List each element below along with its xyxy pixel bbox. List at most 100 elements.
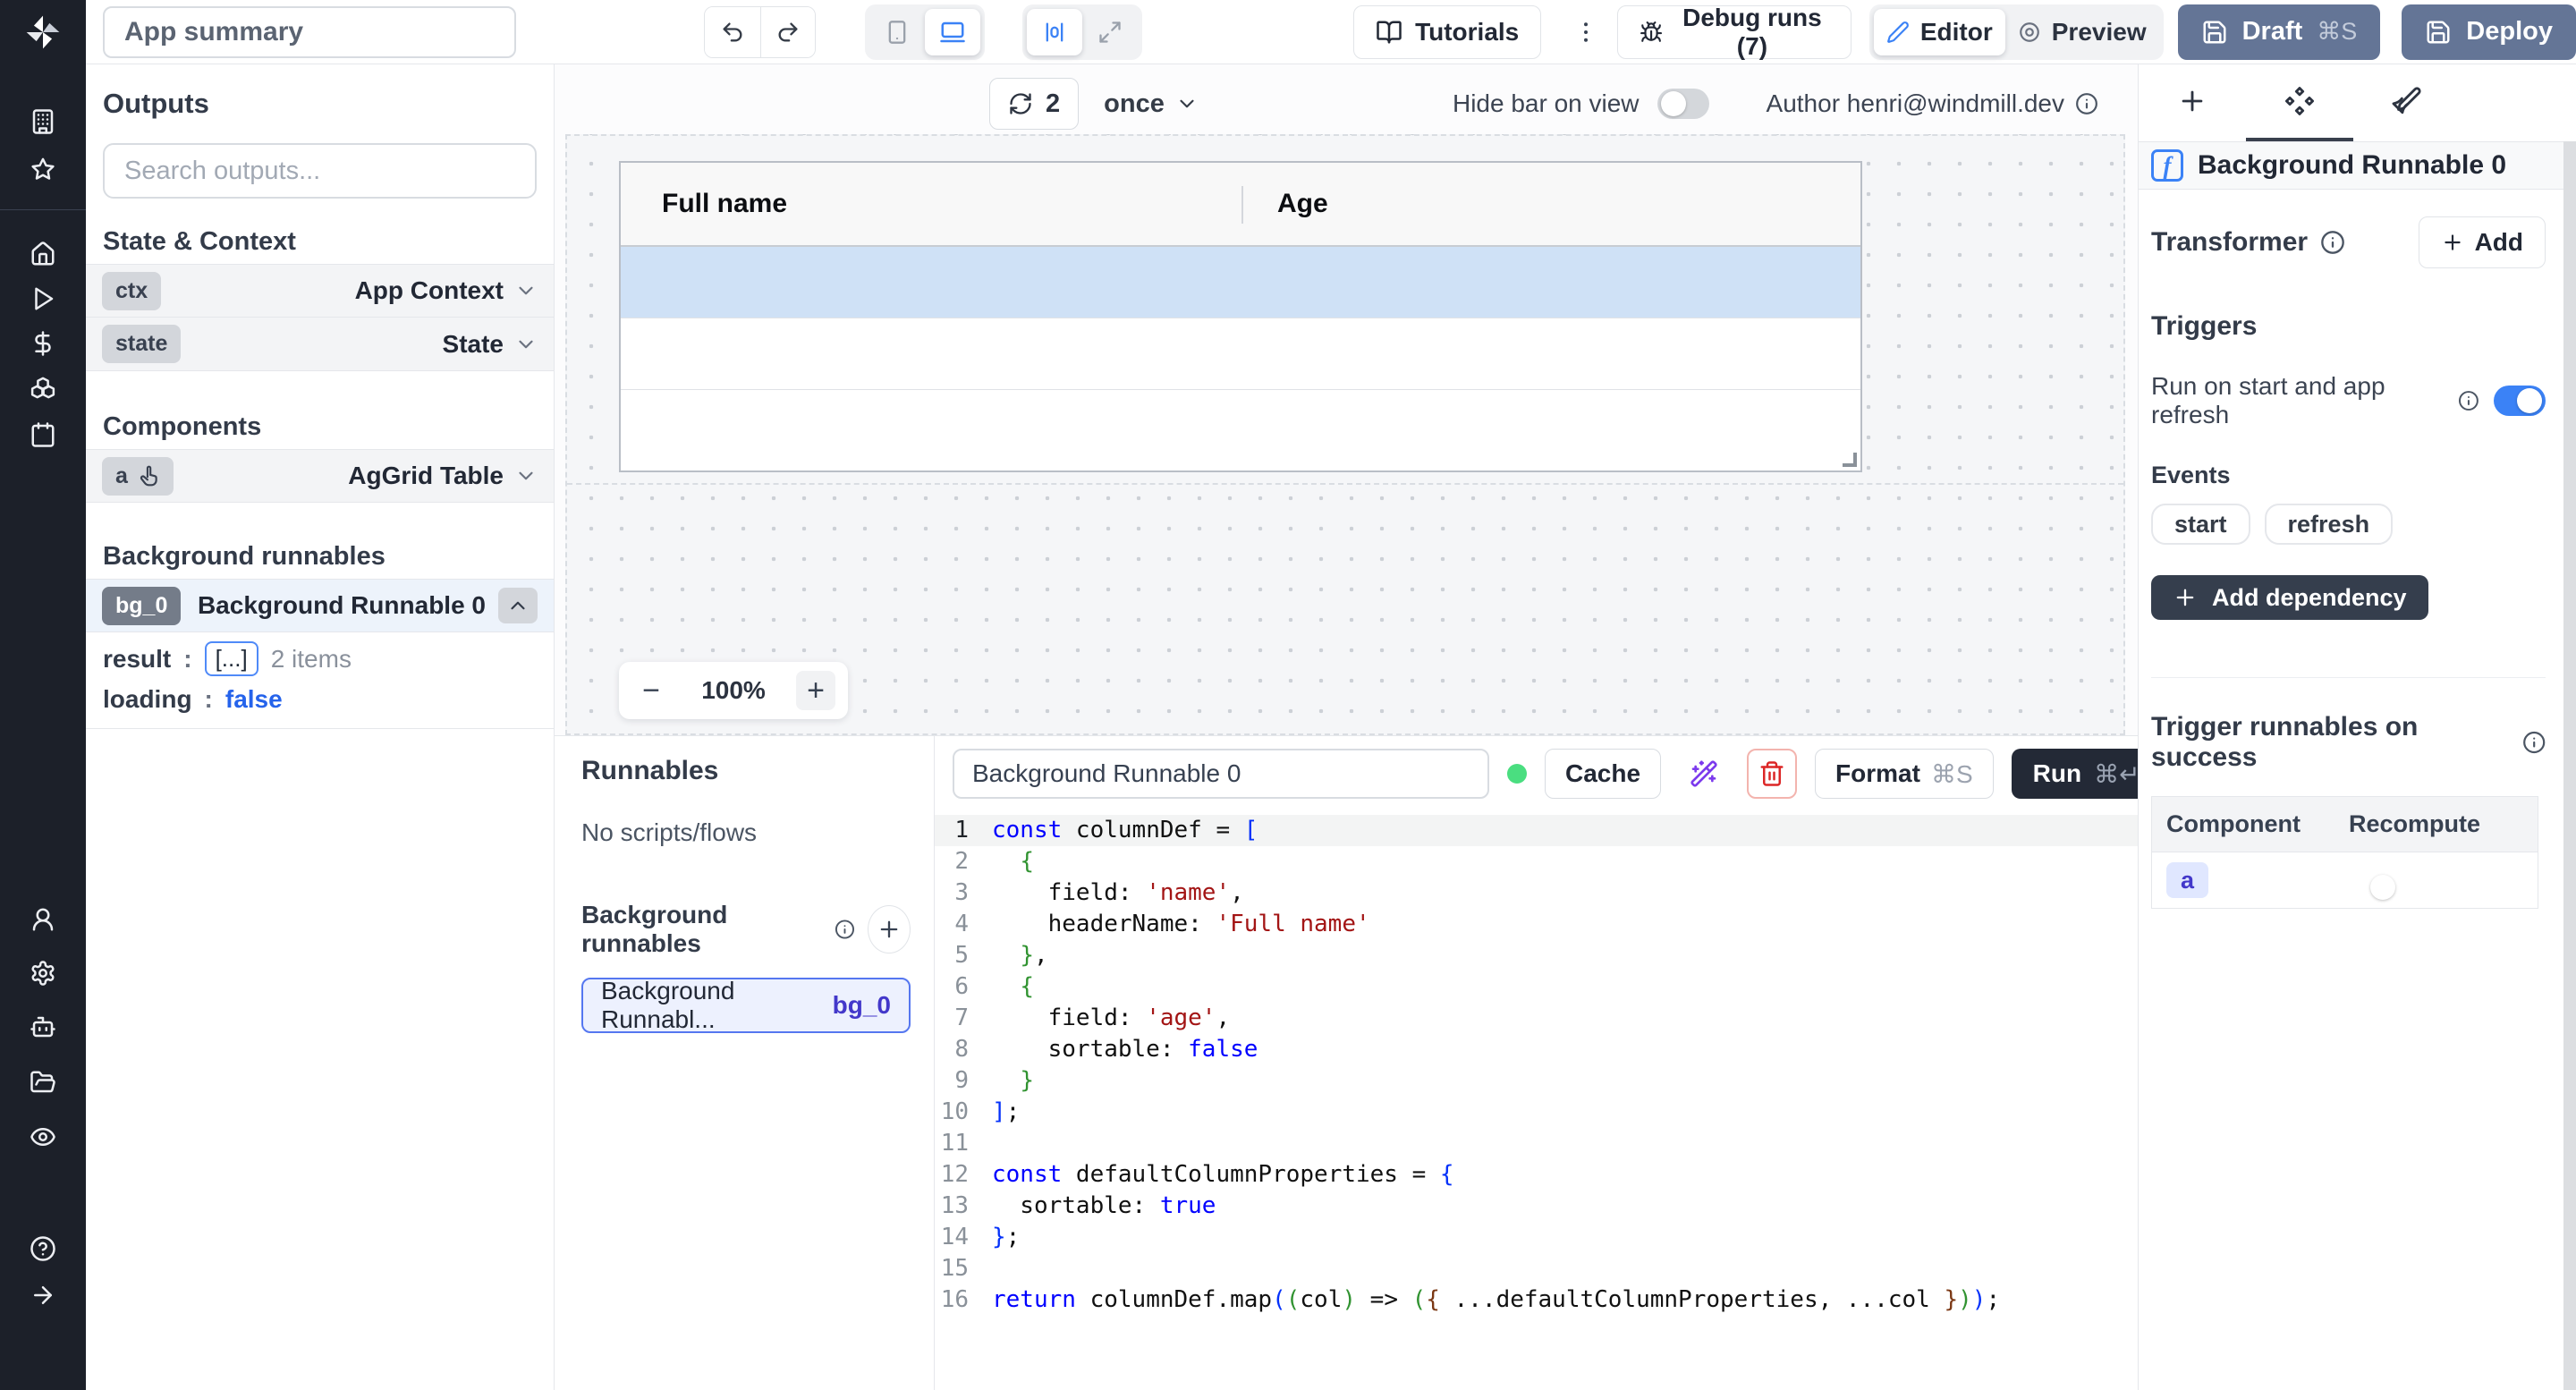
tutorials-label: Tutorials bbox=[1415, 18, 1519, 47]
info-icon[interactable] bbox=[2320, 230, 2345, 255]
collapse-chevron-up-button[interactable] bbox=[498, 588, 538, 623]
code-line-5[interactable]: 5 }, bbox=[935, 940, 2182, 971]
code-line-2[interactable]: 2 { bbox=[935, 846, 2182, 877]
code-line-3[interactable]: 3 field: 'name', bbox=[935, 877, 2182, 909]
add-dependency-button[interactable]: Add dependency bbox=[2151, 575, 2428, 620]
styling-brush-tab[interactable] bbox=[2353, 64, 2461, 141]
code-area[interactable]: 1const columnDef = [2 {3 field: 'name',4… bbox=[935, 815, 2182, 1316]
zoom-in-button[interactable]: + bbox=[796, 671, 835, 710]
book-open-icon bbox=[1376, 19, 1402, 46]
desktop-view-button[interactable] bbox=[925, 9, 980, 55]
cache-button[interactable]: Cache bbox=[1545, 749, 1661, 799]
redo-button[interactable] bbox=[760, 7, 815, 57]
app-canvas[interactable]: Full name Age − 100% + bbox=[565, 134, 2125, 735]
runs-play-icon[interactable] bbox=[30, 285, 56, 312]
runnable-item-bg0[interactable]: Background Runnabl... bg_0 bbox=[581, 978, 911, 1033]
info-icon[interactable] bbox=[2458, 389, 2479, 412]
more-menu-button[interactable] bbox=[1568, 5, 1603, 59]
runnable-name-input[interactable] bbox=[953, 749, 1489, 799]
panel-scrollbar[interactable] bbox=[2563, 141, 2576, 1390]
hide-bar-toggle[interactable] bbox=[1657, 89, 1709, 119]
variables-dollar-icon[interactable] bbox=[30, 330, 56, 357]
draft-button[interactable]: Draft ⌘S bbox=[2178, 4, 2381, 60]
code-line-1[interactable]: 1const columnDef = [ bbox=[935, 815, 2182, 846]
column-header-age[interactable]: Age bbox=[1241, 189, 1328, 219]
zoom-out-button[interactable]: − bbox=[631, 671, 671, 710]
mobile-view-button[interactable] bbox=[869, 9, 925, 55]
settings-gear-icon[interactable] bbox=[30, 960, 56, 987]
table-row[interactable] bbox=[621, 318, 1860, 390]
settings-diamonds-tab[interactable] bbox=[2246, 64, 2353, 141]
column-separator[interactable] bbox=[1241, 186, 1243, 224]
resize-handle[interactable] bbox=[1843, 453, 1857, 467]
aggrid-header-row: Full name Age bbox=[621, 163, 1860, 247]
code-line-13[interactable]: 13 sortable: true bbox=[935, 1191, 2182, 1222]
code-line-14[interactable]: 14}; bbox=[935, 1222, 2182, 1253]
refresh-button[interactable]: 2 bbox=[989, 78, 1079, 130]
code-line-7[interactable]: 7 field: 'age', bbox=[935, 1003, 2182, 1034]
line-number: 14 bbox=[935, 1222, 992, 1253]
refresh-mode-dropdown[interactable]: once bbox=[1104, 89, 1199, 119]
search-outputs-input[interactable] bbox=[103, 143, 537, 199]
windmill-logo-icon[interactable] bbox=[23, 13, 63, 52]
code-line-9[interactable]: 9 } bbox=[935, 1065, 2182, 1097]
bg0-output-row[interactable]: bg_0 Background Runnable 0 bbox=[86, 579, 554, 632]
column-header-full-name[interactable]: Full name bbox=[621, 189, 1241, 219]
code-line-6[interactable]: 6 { bbox=[935, 971, 2182, 1003]
chevron-down-icon[interactable] bbox=[514, 279, 538, 302]
favorites-star-icon[interactable] bbox=[30, 157, 56, 183]
center-layout-button[interactable] bbox=[1027, 9, 1082, 55]
ctx-output-row[interactable]: ctx App Context bbox=[86, 264, 554, 318]
runnable-item-badge: bg_0 bbox=[833, 991, 891, 1020]
chevron-down-icon[interactable] bbox=[514, 464, 538, 487]
run-on-start-toggle[interactable] bbox=[2494, 386, 2546, 416]
table-row-selected[interactable] bbox=[621, 247, 1860, 318]
preview-tab[interactable]: Preview bbox=[2005, 9, 2159, 55]
code-line-16[interactable]: 16return columnDef.map((col) => ({ ...de… bbox=[935, 1284, 2182, 1316]
tutorials-button[interactable]: Tutorials bbox=[1353, 5, 1541, 59]
format-button[interactable]: Format ⌘S bbox=[1815, 749, 1994, 799]
user-icon[interactable] bbox=[30, 906, 56, 933]
workspace-building-icon[interactable] bbox=[30, 108, 56, 135]
table-header-row: Component Recompute bbox=[2152, 797, 2538, 852]
insert-component-tab[interactable] bbox=[2139, 64, 2246, 141]
home-icon[interactable] bbox=[30, 241, 56, 267]
undo-button[interactable] bbox=[705, 7, 759, 57]
deploy-button[interactable]: Deploy bbox=[2402, 4, 2576, 60]
result-key: result bbox=[103, 645, 171, 674]
line-number: 8 bbox=[935, 1034, 992, 1065]
component-a-row[interactable]: a AgGrid Table bbox=[86, 449, 554, 503]
fullscreen-button[interactable] bbox=[1082, 9, 1138, 55]
add-transformer-button[interactable]: Add bbox=[2419, 216, 2546, 268]
chevron-down-icon[interactable] bbox=[514, 333, 538, 356]
code-line-15[interactable]: 15 bbox=[935, 1253, 2182, 1284]
plus-icon bbox=[2441, 231, 2464, 254]
groups-eye-icon[interactable] bbox=[30, 1123, 56, 1150]
debug-runs-button[interactable]: Debug runs (7) bbox=[1617, 5, 1852, 59]
component-a-type-label: AgGrid Table bbox=[348, 462, 504, 490]
code-line-4[interactable]: 4 headerName: 'Full name' bbox=[935, 909, 2182, 940]
format-label: Format bbox=[1835, 759, 1920, 788]
folders-icon[interactable] bbox=[30, 1069, 56, 1096]
status-dot-green bbox=[1507, 764, 1527, 784]
result-array-chip[interactable]: [...] bbox=[205, 641, 258, 676]
info-icon[interactable] bbox=[835, 918, 855, 941]
info-icon[interactable] bbox=[2075, 92, 2098, 115]
ai-wand-button[interactable] bbox=[1679, 749, 1729, 799]
app-summary-input[interactable] bbox=[103, 6, 516, 58]
ai-bot-icon[interactable] bbox=[30, 1013, 56, 1040]
code-line-11[interactable]: 11 bbox=[935, 1128, 2182, 1159]
editor-tab[interactable]: Editor bbox=[1874, 9, 2005, 55]
delete-button[interactable] bbox=[1747, 749, 1797, 799]
code-line-10[interactable]: 10]; bbox=[935, 1097, 2182, 1128]
schedules-calendar-icon[interactable] bbox=[30, 421, 56, 448]
add-runnable-button[interactable] bbox=[868, 905, 911, 954]
aggrid-table-component[interactable]: Full name Age bbox=[619, 161, 1862, 472]
collapse-arrow-right-icon[interactable] bbox=[30, 1282, 56, 1309]
code-line-12[interactable]: 12const defaultColumnProperties = { bbox=[935, 1159, 2182, 1191]
help-icon[interactable] bbox=[30, 1235, 56, 1262]
code-line-8[interactable]: 8 sortable: false bbox=[935, 1034, 2182, 1065]
state-output-row[interactable]: state State bbox=[86, 318, 554, 371]
info-icon[interactable] bbox=[2522, 730, 2546, 755]
resources-boxes-icon[interactable] bbox=[30, 377, 56, 403]
